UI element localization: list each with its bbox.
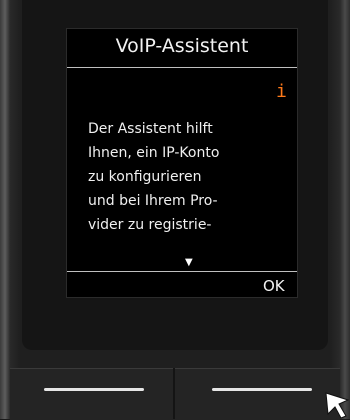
softkey-divider xyxy=(67,271,297,272)
ok-softkey-label[interactable]: OK xyxy=(263,277,285,295)
screen-title: VoIP-Assistent xyxy=(115,35,249,57)
title-divider xyxy=(67,67,297,68)
softkey-separator xyxy=(173,368,175,419)
message-text: Der Assistent hilft Ihnen, ein IP-Konto … xyxy=(88,117,288,237)
softkey-panel xyxy=(10,368,340,420)
pointer-arrow-icon xyxy=(325,392,350,419)
message-line: Ihnen, ein IP-Konto xyxy=(88,145,220,161)
message-line: Der Assistent hilft xyxy=(88,121,213,137)
message-line: zu konfigurieren xyxy=(88,169,202,185)
phone-body: VoIP-Assistent i Der Assistent hilft Ihn… xyxy=(0,0,350,420)
display-screen: VoIP-Assistent i Der Assistent hilft Ihn… xyxy=(66,28,298,298)
left-softkey-button[interactable] xyxy=(44,388,144,391)
message-line: und bei Ihrem Pro- xyxy=(88,193,218,209)
scroll-down-icon: ▼ xyxy=(185,257,193,268)
message-line: vider zu registrie- xyxy=(88,217,212,233)
right-softkey-button[interactable] xyxy=(212,388,312,391)
info-icon: i xyxy=(276,81,287,102)
